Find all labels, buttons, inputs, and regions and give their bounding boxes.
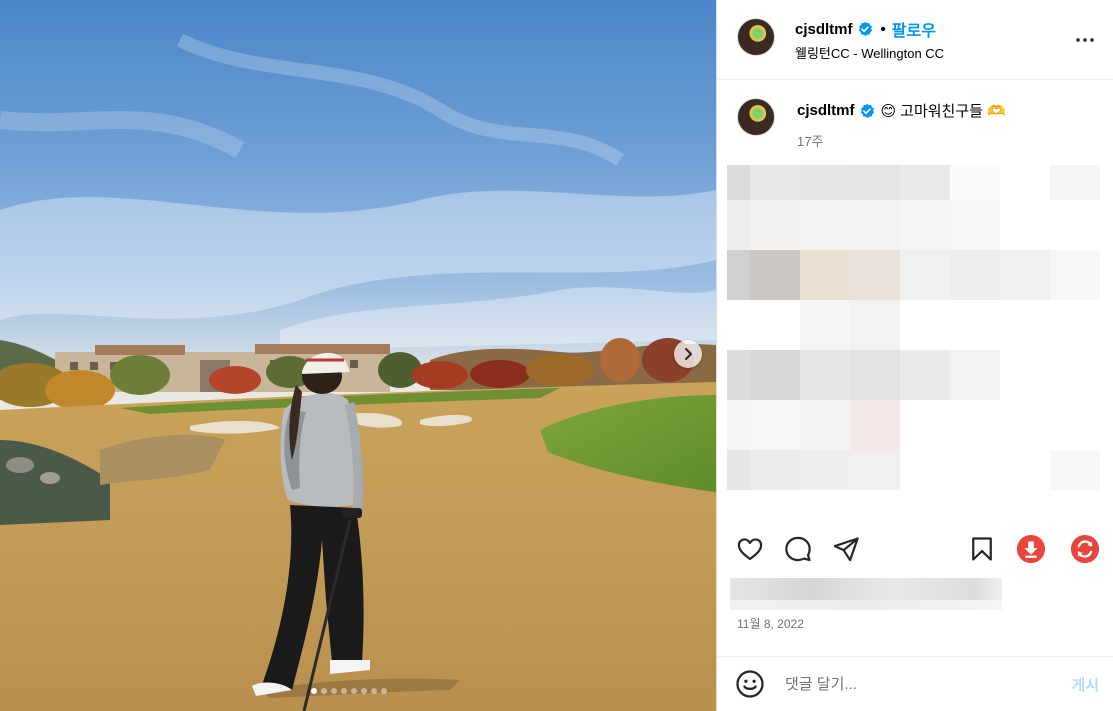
carousel-dot [381,688,387,694]
mosaic-cell [727,165,750,200]
username-link[interactable]: cjsdltmf [795,21,853,38]
mosaic-cell [850,250,900,300]
download-extension-icon [1016,534,1046,564]
paper-plane-icon [833,537,859,562]
share-button[interactable] [831,534,861,564]
mosaic-cell [950,165,1000,200]
mosaic-cell [1050,250,1100,300]
carousel-dot [331,688,337,694]
separator-bullet: • [880,20,886,38]
caption-avatar[interactable] [737,98,775,136]
mosaic-cell [750,200,800,250]
mosaic-cell [800,250,850,300]
mosaic-cell [1000,250,1050,300]
carousel-dot [371,688,377,694]
carousel-dot [351,688,357,694]
caption-text: 고마워친구들 [900,103,983,120]
caption-username[interactable]: cjsdltmf [797,102,855,119]
mosaic-cell [727,450,750,490]
comment-button[interactable] [783,534,813,564]
mosaic-cell [950,250,1000,300]
mosaic-cell [800,400,850,450]
comment-bubble-icon [785,536,811,562]
mosaic-cell [850,200,900,250]
mosaic-cell [850,300,900,350]
mosaic-cell [727,250,750,300]
heart-icon [737,538,763,561]
post-photo[interactable] [0,0,716,711]
caption-emoji-heart-hands: 🫶 [986,102,1006,120]
mosaic-cell [850,400,900,450]
mosaic-cell [750,450,800,490]
refresh-extension-button[interactable] [1070,534,1100,564]
carousel-dot [341,688,347,694]
mosaic-cell [850,450,900,490]
carousel-dot [311,688,317,694]
refresh-extension-icon [1070,534,1100,564]
next-image-button[interactable] [674,340,702,368]
header-name-row: cjsdltmf • 팔로우 [795,17,936,41]
location-link[interactable]: 웰링턴CC - Wellington CC [795,43,944,62]
mosaic-cell [727,400,750,450]
mosaic-cell [727,200,750,250]
mosaic-cell [900,200,950,250]
golf-course-image [0,33,716,711]
action-bar [717,530,1113,570]
download-extension-button[interactable] [1016,534,1046,564]
mosaic-cell [800,200,850,250]
verified-badge-icon [860,103,874,118]
caption-emoji-smile: 😊 [880,102,897,120]
mosaic-cell [850,165,900,200]
mosaic-cell [750,250,800,300]
post-header: cjsdltmf • 팔로우 웰링턴CC - Wellington CC [717,0,1113,80]
mosaic-cell [900,165,950,200]
caption-line: cjsdltmf 😊 고마워친구들 🫶 [797,100,1006,121]
mosaic-cell [800,450,850,490]
save-button[interactable] [967,534,997,564]
mosaic-cell [800,300,850,350]
post-date: 11월 8, 2022 [737,617,804,631]
carousel-indicator [311,688,387,694]
comment-bar: 게시 [717,656,1113,711]
likes-count-redacted [730,578,1002,610]
mosaic-cell [750,350,800,400]
mosaic-cell [1050,165,1100,200]
verified-badge-icon [858,21,872,36]
mosaic-cell [900,350,950,400]
mosaic-cell [950,350,1000,400]
smiley-icon[interactable] [735,669,765,699]
bookmark-icon [972,537,992,561]
mosaic-cell [900,250,950,300]
mosaic-cell [800,165,850,200]
avatar[interactable] [737,18,775,56]
chevron-right-icon [685,348,692,360]
mosaic-cell [750,400,800,450]
mosaic-cell [750,165,800,200]
mosaic-cell [1050,450,1100,490]
carousel-dot [321,688,327,694]
caption-timestamp[interactable]: 17주 [797,131,823,150]
post-comment-button[interactable]: 게시 [1071,674,1099,695]
mosaic-cell [850,350,900,400]
mosaic-cell [800,350,850,400]
follow-button[interactable]: 팔로우 [892,17,936,41]
like-button[interactable] [735,534,765,564]
more-options-icon[interactable] [1073,28,1097,52]
carousel-dot [361,688,367,694]
mosaic-cell [727,350,750,400]
comment-input[interactable] [785,671,1045,697]
mosaic-cell [950,200,1000,250]
